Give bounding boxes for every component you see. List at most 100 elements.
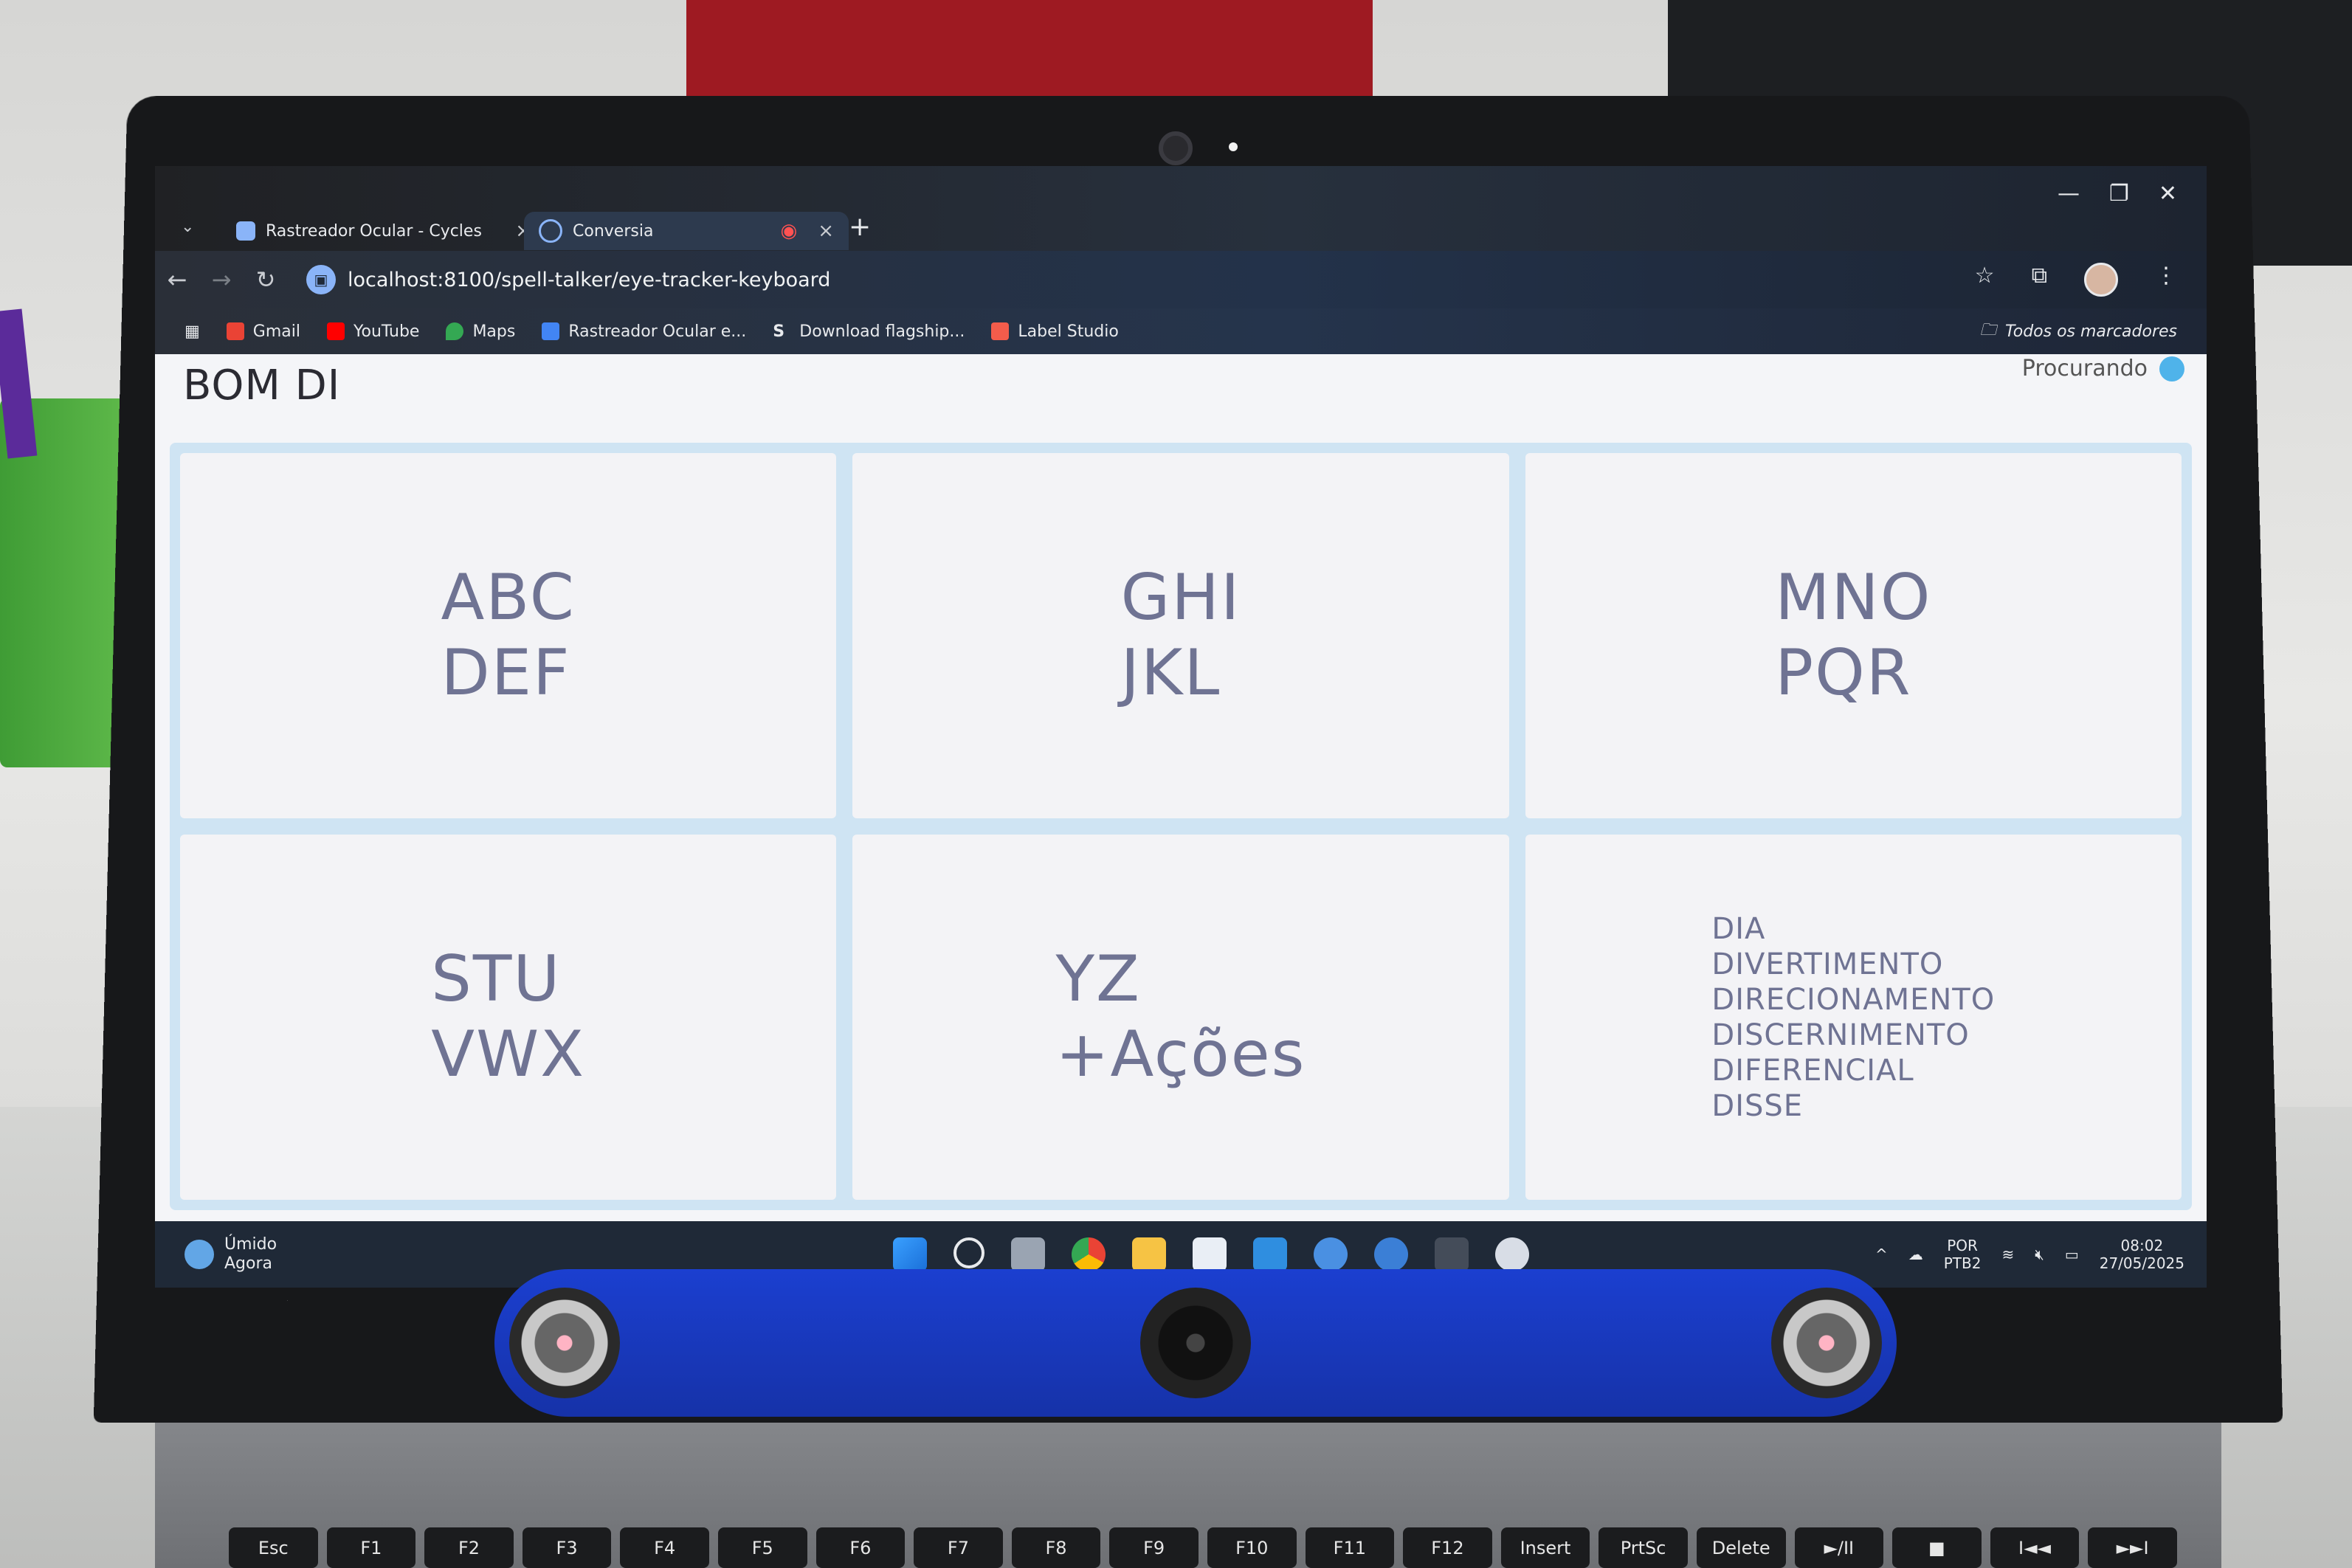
restore-icon[interactable]: ❐ <box>2109 181 2129 207</box>
key[interactable]: Esc <box>229 1527 318 1568</box>
file-explorer-icon[interactable] <box>1132 1237 1166 1271</box>
tab-rastreador-ocular[interactable]: Rastreador Ocular - Cycles × <box>221 212 546 250</box>
key-cell-label: STU VWX <box>431 942 585 1092</box>
key-line: VWX <box>431 1017 586 1091</box>
search-icon[interactable] <box>953 1237 984 1268</box>
volume-muted-icon[interactable]: 🔇︎ <box>2035 1246 2044 1263</box>
tab-conversia[interactable]: Conversia ◉ × <box>524 212 849 250</box>
ir-illuminator-right <box>1771 1288 1882 1398</box>
windows-start-icon[interactable] <box>893 1237 927 1271</box>
key[interactable]: F4 <box>620 1527 709 1568</box>
bookmark-star-icon[interactable]: ☆ <box>1975 263 1995 297</box>
weather-humidity-icon <box>184 1240 214 1269</box>
bookmark-label: Rastreador Ocular e... <box>568 322 747 341</box>
vscode-icon[interactable] <box>1253 1237 1287 1271</box>
bookmark-label-studio[interactable]: Label Studio <box>991 322 1119 341</box>
key-line: MNO <box>1775 561 1932 635</box>
maps-pin-icon <box>446 322 464 340</box>
bookmark-youtube[interactable]: YouTube <box>326 322 419 341</box>
key-cell-suggestions[interactable]: DIA DIVERTIMENTO DIRECIONAMENTO DISCERNI… <box>1525 835 2182 1200</box>
key-cell-stu-vwx[interactable]: STU VWX <box>180 835 837 1200</box>
bookmark-gmail[interactable]: Gmail <box>226 322 300 341</box>
key[interactable]: F12 <box>1403 1527 1492 1568</box>
apps-grid-icon[interactable]: ▦ <box>184 322 200 341</box>
bookmark-label: Label Studio <box>1018 322 1119 341</box>
wifi-icon[interactable]: ≋ <box>2001 1246 2014 1263</box>
bookmark-rastreador[interactable]: Rastreador Ocular e... <box>542 322 746 341</box>
weather-text: Úmido Agora <box>224 1235 277 1274</box>
key[interactable]: ■ <box>1892 1527 1982 1568</box>
tab-favicon-icon <box>236 221 255 241</box>
back-arrow-icon[interactable]: ← <box>155 266 199 294</box>
suggestion-word: DISCERNIMENTO <box>1711 1018 1970 1052</box>
key-cell-mno-pqr[interactable]: MNO PQR <box>1525 453 2182 818</box>
key-cell-abc-def[interactable]: ABC DEF <box>180 453 837 818</box>
key[interactable]: F11 <box>1305 1527 1395 1568</box>
key[interactable]: I◄◄ <box>1990 1527 2080 1568</box>
menu-kebab-icon[interactable]: ⋮ <box>2155 263 2177 297</box>
suggestion-word: DIA <box>1711 911 1766 946</box>
key[interactable]: F5 <box>717 1527 807 1568</box>
onedrive-cloud-icon[interactable]: ☁ <box>1908 1246 1923 1263</box>
key-cell-ghi-jkl[interactable]: GHI JKL <box>852 453 1509 818</box>
key[interactable]: Insert <box>1500 1527 1590 1568</box>
key-line: +Ações <box>1055 1017 1306 1091</box>
weather-widget[interactable]: Úmido Agora <box>184 1235 277 1274</box>
battery-icon[interactable]: ▭ <box>2065 1246 2079 1263</box>
chrome-icon[interactable] <box>1072 1237 1106 1271</box>
recording-icon: ◉ <box>780 220 798 242</box>
minimize-icon[interactable]: — <box>2058 181 2080 207</box>
language-indicator[interactable]: POR PTB2 <box>1944 1237 1982 1272</box>
close-window-icon[interactable]: ✕ <box>2159 181 2177 207</box>
bookmark-label: Download flagship... <box>799 322 965 341</box>
tray-chevron-up-icon[interactable]: ^ <box>1875 1246 1888 1263</box>
background-pen <box>0 308 38 459</box>
key[interactable]: F1 <box>326 1527 416 1568</box>
maps-icon[interactable] <box>1314 1237 1348 1271</box>
suggestion-word: DISSE <box>1711 1088 1804 1123</box>
forward-arrow-icon[interactable]: → <box>199 266 244 294</box>
key[interactable]: F8 <box>1011 1527 1101 1568</box>
status-label: Procurando <box>2021 356 2148 381</box>
tab-label: Conversia <box>573 221 654 241</box>
new-tab-plus-icon[interactable]: + <box>849 212 871 242</box>
power-app-icon[interactable] <box>1374 1237 1408 1271</box>
tab-label: Rastreador Ocular - Cycles <box>266 221 482 241</box>
key[interactable]: F3 <box>522 1527 612 1568</box>
key-cell-label: ABC DEF <box>441 561 575 711</box>
s-logo-icon: S <box>773 322 785 341</box>
settings-gear-icon[interactable] <box>1495 1237 1529 1271</box>
site-info-icon[interactable]: ▣ <box>306 265 336 294</box>
status-indicator-dot <box>2159 356 2184 381</box>
bookmark-download-flagship[interactable]: S Download flagship... <box>773 322 965 342</box>
url-text[interactable]: localhost:8100/spell-talker/eye-tracker-… <box>348 269 830 291</box>
key[interactable]: PrtSc <box>1599 1527 1688 1568</box>
key[interactable]: F9 <box>1109 1527 1199 1568</box>
label-studio-icon <box>991 322 1010 340</box>
key[interactable]: F10 <box>1207 1527 1297 1568</box>
profile-avatar[interactable] <box>2084 263 2118 297</box>
store-icon[interactable] <box>1193 1237 1227 1271</box>
key[interactable]: Delete <box>1696 1527 1786 1568</box>
close-icon[interactable]: × <box>818 220 834 242</box>
extensions-puzzle-icon[interactable]: ⧉ <box>2032 263 2047 297</box>
key-cell-label: GHI JKL <box>1121 561 1241 711</box>
clock[interactable]: 08:02 27/05/2025 <box>2100 1237 2184 1272</box>
tab-search-chevron-icon[interactable]: ⌄ <box>181 218 194 236</box>
all-bookmarks[interactable]: 🗀 Todos os marcadores <box>1980 317 2207 345</box>
terminal-icon[interactable] <box>1435 1237 1469 1271</box>
key-line: JKL <box>1120 635 1221 710</box>
key[interactable]: F7 <box>914 1527 1003 1568</box>
key[interactable]: ►►I <box>2088 1527 2177 1568</box>
key[interactable]: ►/II <box>1794 1527 1884 1568</box>
task-view-icon[interactable] <box>1011 1237 1045 1271</box>
key[interactable]: F6 <box>815 1527 906 1568</box>
reload-icon[interactable]: ↻ <box>244 266 288 294</box>
address-bar[interactable]: ▣ localhost:8100/spell-talker/eye-tracke… <box>299 260 1782 300</box>
ir-illuminator-left <box>509 1288 620 1398</box>
key-cell-yz-actions[interactable]: YZ +Ações <box>852 835 1509 1200</box>
bookmark-maps[interactable]: Maps <box>446 322 515 341</box>
eye-tracker-keyboard-app: BOM DI Procurando ABC DEF GHI JKL MNO PQ… <box>155 354 2207 1221</box>
suggestion-word: DIVERTIMENTO <box>1711 947 1944 981</box>
key[interactable]: F2 <box>424 1527 514 1568</box>
